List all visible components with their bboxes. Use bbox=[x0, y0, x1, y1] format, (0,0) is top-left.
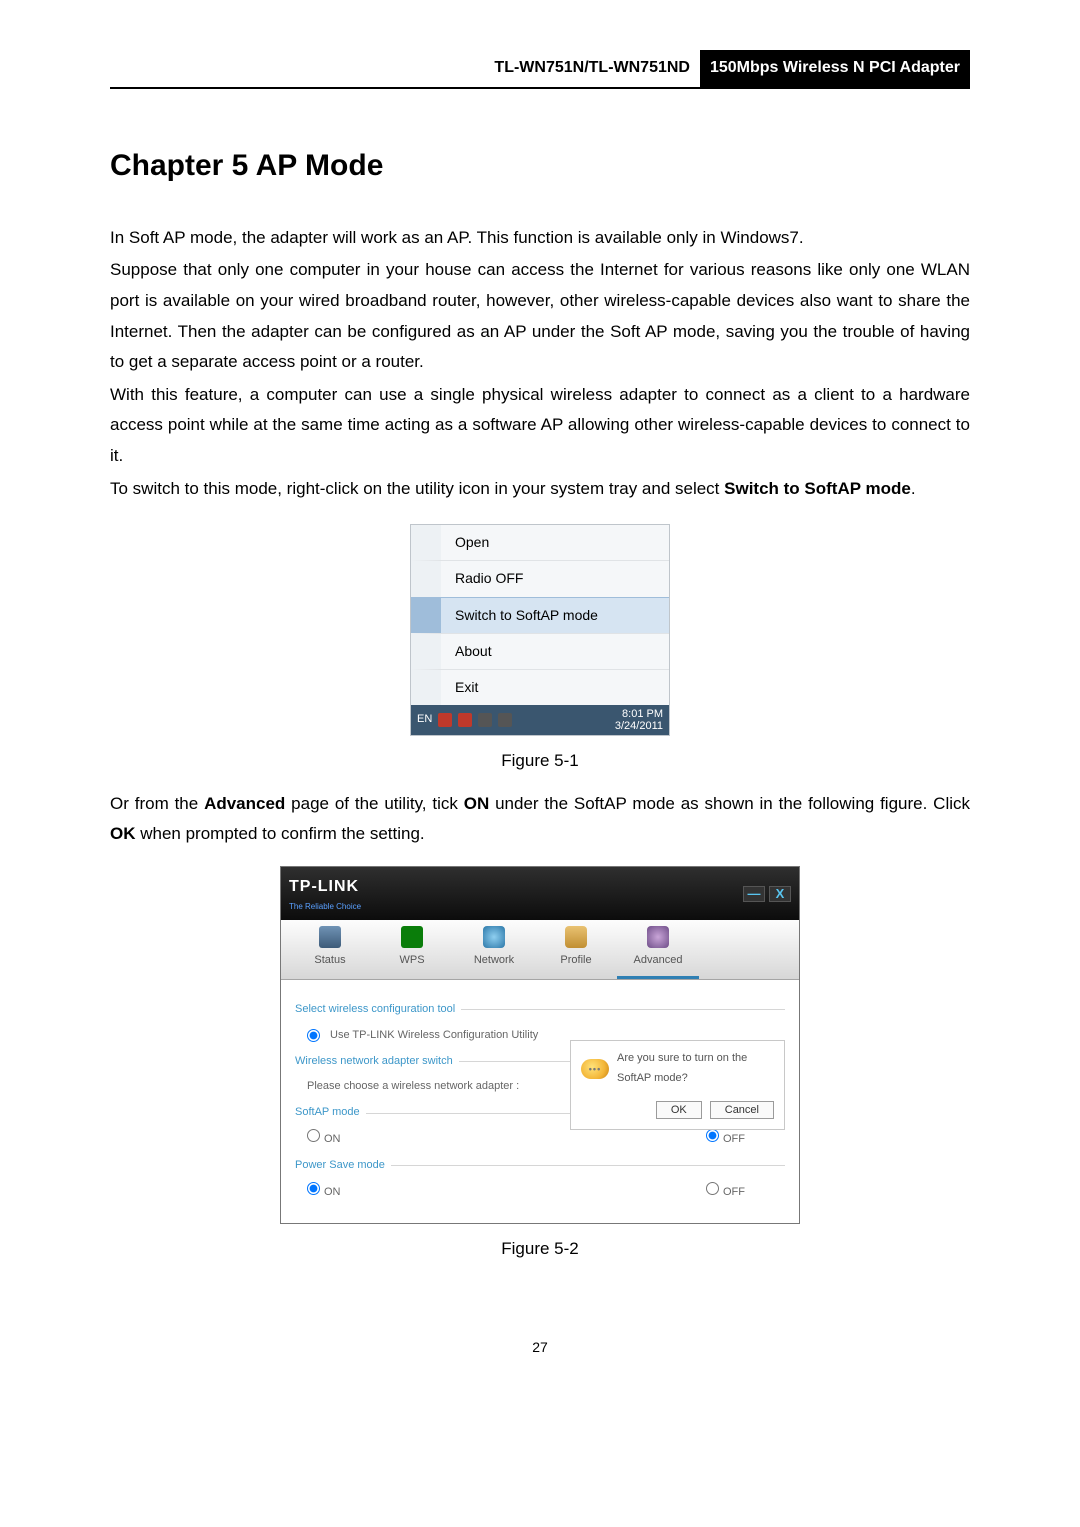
menu-item-about[interactable]: About bbox=[411, 633, 669, 669]
speaker-icon bbox=[498, 713, 512, 727]
body-text: Or from the Advanced page of the utility… bbox=[110, 789, 970, 850]
radio-softap-off[interactable]: OFF bbox=[706, 1129, 745, 1150]
body-text: In Soft AP mode, the adapter will work a… bbox=[110, 223, 970, 504]
menu-item-exit[interactable]: Exit bbox=[411, 669, 669, 705]
page-number: 27 bbox=[110, 1335, 970, 1360]
menu-item-open[interactable]: Open bbox=[411, 525, 669, 560]
tray-icon bbox=[438, 713, 452, 727]
taskbar: EN 8:01 PM 3/24/2011 bbox=[411, 705, 669, 735]
radio-input[interactable] bbox=[307, 1182, 320, 1195]
radio-input[interactable] bbox=[706, 1129, 719, 1142]
ok-button[interactable]: OK bbox=[656, 1101, 702, 1119]
context-menu-screenshot: Open Radio OFF Switch to SoftAP mode Abo… bbox=[410, 524, 670, 736]
page-header: TL-WN751N/TL-WN751ND 150Mbps Wireless N … bbox=[110, 50, 970, 89]
dialog-message: Are you sure to turn on the SoftAP mode? bbox=[617, 1049, 774, 1089]
figure-caption: Figure 5-2 bbox=[110, 1234, 970, 1265]
monitor-icon bbox=[319, 926, 341, 948]
paragraph: To switch to this mode, right-click on t… bbox=[110, 474, 970, 505]
brand-tagline: The Reliable Choice bbox=[289, 900, 361, 914]
paragraph: With this feature, a computer can use a … bbox=[110, 380, 970, 472]
taskbar-clock: 8:01 PM 3/24/2011 bbox=[615, 708, 663, 732]
group-power-save: Power Save mode bbox=[295, 1156, 785, 1176]
wps-icon bbox=[401, 926, 423, 948]
tab-network[interactable]: Network bbox=[453, 926, 535, 979]
tab-status[interactable]: Status bbox=[289, 926, 371, 979]
tab-profile[interactable]: Profile bbox=[535, 926, 617, 979]
tab-advanced[interactable]: Advanced bbox=[617, 926, 699, 979]
advanced-panel: Select wireless configuration tool Use T… bbox=[281, 980, 799, 1223]
titlebar: TP-LINK The Reliable Choice — X bbox=[281, 867, 799, 920]
cancel-button[interactable]: Cancel bbox=[710, 1101, 774, 1119]
tab-bar: Status WPS Network Profile Advanced bbox=[281, 920, 799, 980]
minimize-button[interactable]: — bbox=[743, 886, 765, 902]
radio-input[interactable] bbox=[706, 1182, 719, 1195]
radio-powersave-on[interactable]: ON bbox=[307, 1182, 341, 1203]
tab-wps[interactable]: WPS bbox=[371, 926, 453, 979]
paragraph: Suppose that only one computer in your h… bbox=[110, 255, 970, 377]
context-menu: Open Radio OFF Switch to SoftAP mode Abo… bbox=[411, 525, 669, 705]
chapter-title: Chapter 5 AP Mode bbox=[110, 139, 970, 193]
utility-window: TP-LINK The Reliable Choice — X Status W… bbox=[280, 866, 800, 1224]
language-indicator: EN bbox=[417, 710, 432, 730]
radio-input[interactable] bbox=[307, 1129, 320, 1142]
figure-caption: Figure 5-1 bbox=[110, 746, 970, 777]
close-button[interactable]: X bbox=[769, 886, 791, 902]
menu-item-switch-softap[interactable]: Switch to SoftAP mode bbox=[411, 597, 669, 633]
warning-icon: ••• bbox=[581, 1059, 609, 1079]
tray-icon bbox=[458, 713, 472, 727]
globe-icon bbox=[483, 926, 505, 948]
paragraph: In Soft AP mode, the adapter will work a… bbox=[110, 223, 970, 254]
group-config-tool: Select wireless configuration tool bbox=[295, 1000, 785, 1020]
confirm-dialog: ••• Are you sure to turn on the SoftAP m… bbox=[570, 1040, 785, 1130]
radio-input[interactable] bbox=[307, 1029, 320, 1042]
folder-icon bbox=[565, 926, 587, 948]
brand-logo: TP-LINK bbox=[289, 873, 361, 902]
menu-item-radio-off[interactable]: Radio OFF bbox=[411, 560, 669, 596]
gear-icon bbox=[647, 926, 669, 948]
tray-icon bbox=[478, 713, 492, 727]
paragraph: Or from the Advanced page of the utility… bbox=[110, 789, 970, 850]
radio-softap-on[interactable]: ON bbox=[307, 1129, 341, 1150]
header-model: TL-WN751N/TL-WN751ND bbox=[110, 50, 700, 87]
header-product: 150Mbps Wireless N PCI Adapter bbox=[700, 50, 970, 87]
radio-powersave-off[interactable]: OFF bbox=[706, 1182, 745, 1203]
